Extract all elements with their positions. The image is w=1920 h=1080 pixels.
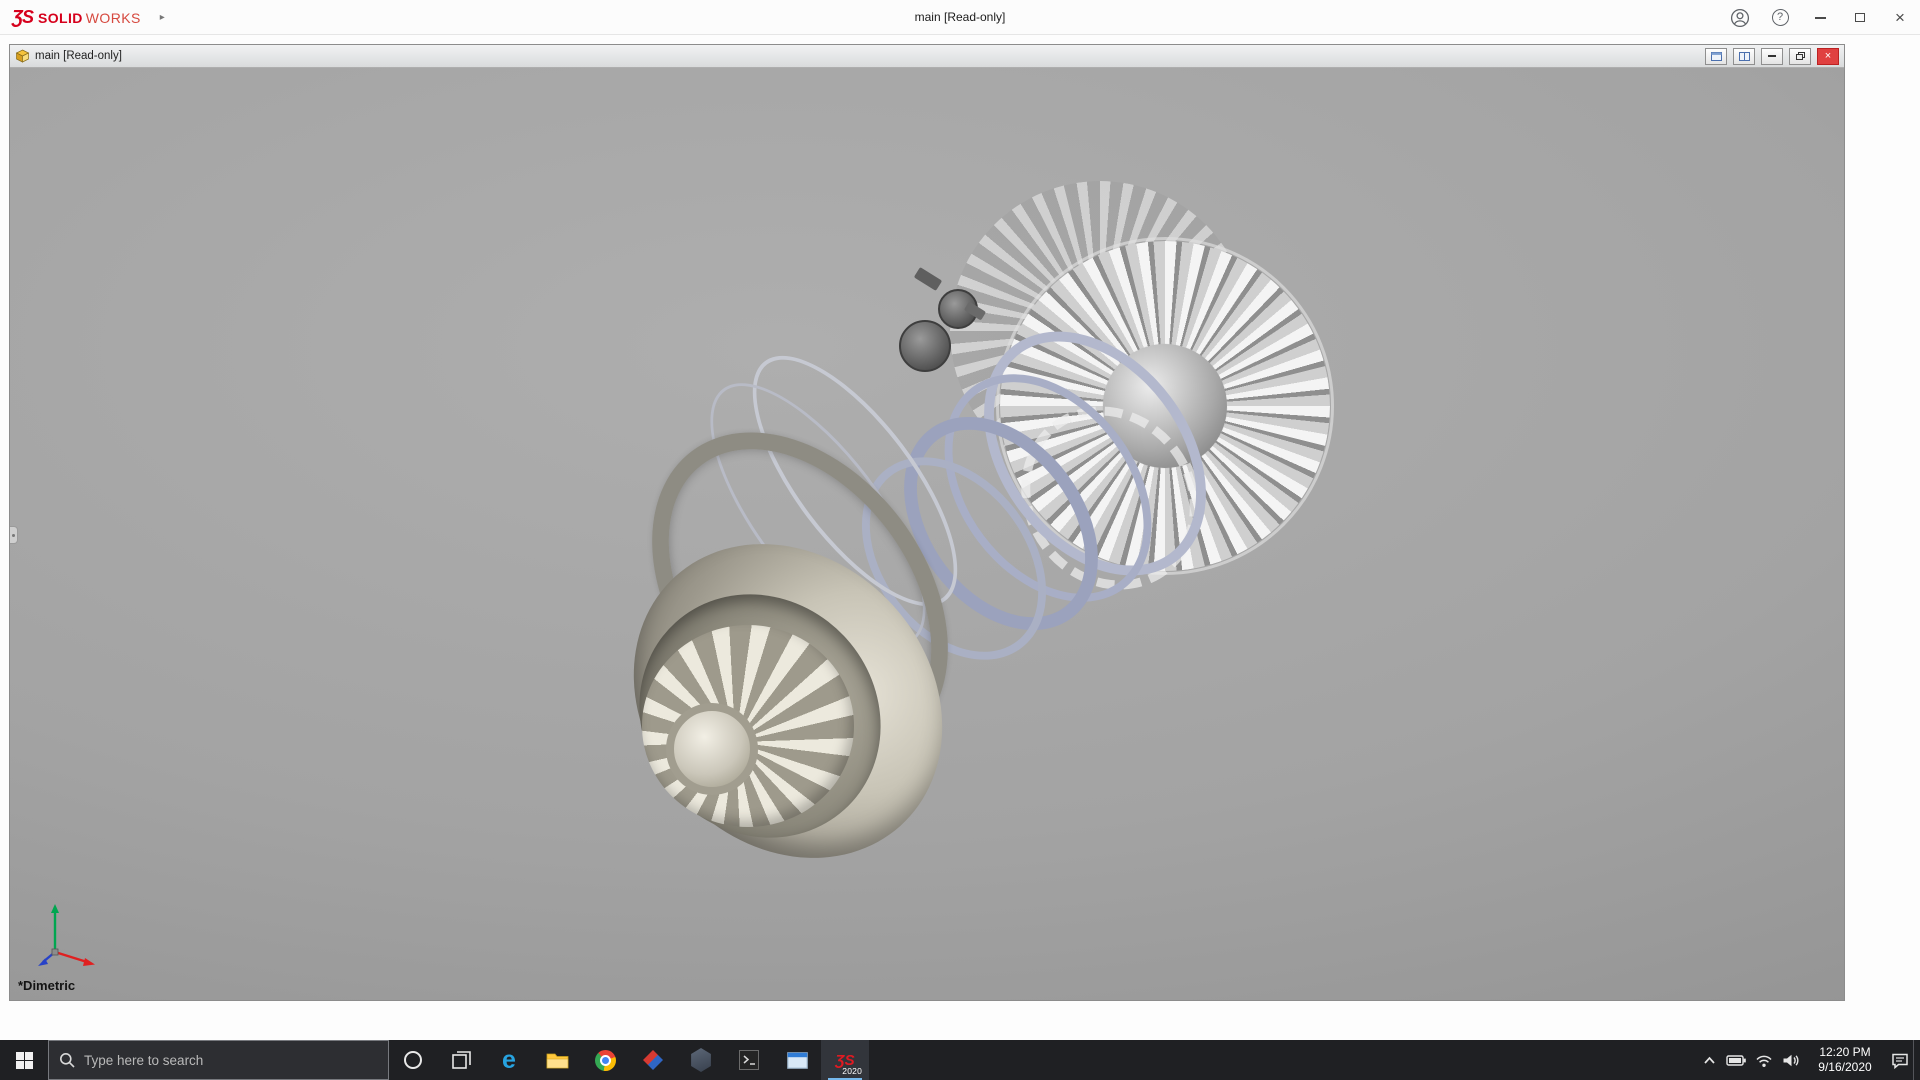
- terminal-app-button[interactable]: [725, 1040, 773, 1080]
- solidworks-year-badge: 2020: [842, 1066, 862, 1076]
- color-app-button[interactable]: [629, 1040, 677, 1080]
- solidworks-taskbar-button[interactable]: ƷS 2020: [821, 1040, 869, 1080]
- minimize-button[interactable]: [1800, 0, 1840, 35]
- window-app-icon: [786, 1051, 808, 1069]
- action-center-button[interactable]: [1886, 1040, 1913, 1080]
- viewport-side-handle[interactable]: [10, 526, 18, 544]
- cortana-button[interactable]: [389, 1040, 437, 1080]
- color-app-icon: [643, 1050, 663, 1070]
- doc-close-button[interactable]: ×: [1817, 47, 1839, 65]
- menu-expand-arrow-icon[interactable]: ▸: [160, 12, 165, 23]
- maximize-button[interactable]: [1840, 0, 1880, 35]
- document-title: main [Read-only]: [35, 50, 122, 62]
- edge-button[interactable]: e: [485, 1040, 533, 1080]
- graphics-viewport[interactable]: *Dimetric: [10, 68, 1844, 1000]
- edge-icon: e: [502, 1045, 516, 1074]
- taskbar-clock[interactable]: 12:20 PM 9/16/2020: [1804, 1040, 1886, 1080]
- new-window-icon: [1710, 51, 1722, 61]
- maximize-icon: [1855, 13, 1865, 22]
- tray-expand-button[interactable]: [1696, 1040, 1723, 1080]
- close-button[interactable]: ×: [1880, 0, 1920, 35]
- minimize-icon: [1814, 16, 1826, 19]
- doc-window-tool-button-1[interactable]: [1705, 47, 1727, 65]
- doc-restore-button[interactable]: [1789, 47, 1811, 65]
- network-icon: [1755, 1055, 1772, 1067]
- task-view-button[interactable]: [437, 1040, 485, 1080]
- doc-minimize-icon: [1768, 55, 1776, 57]
- cortana-icon: [404, 1051, 422, 1069]
- hexagon-app-icon: [691, 1048, 711, 1072]
- show-desktop-button[interactable]: [1913, 1040, 1920, 1080]
- mount-bracket-1[interactable]: [913, 267, 943, 291]
- help-icon: ?: [1771, 9, 1789, 26]
- orientation-triad[interactable]: [35, 896, 105, 966]
- battery-icon: [1726, 1054, 1746, 1066]
- volume-button[interactable]: [1777, 1040, 1804, 1080]
- doc-restore-icon: [1795, 52, 1805, 60]
- window-app-button[interactable]: [773, 1040, 821, 1080]
- app-window-title: main [Read-only]: [914, 10, 1006, 24]
- doc-close-icon: ×: [1824, 49, 1832, 62]
- app-titlebar: ƷS SOLID WORKS ▸ main [Read-only] ? ×: [0, 0, 1920, 35]
- start-button[interactable]: [0, 1040, 48, 1080]
- doc-window-tool-button-2[interactable]: [1733, 47, 1755, 65]
- account-button[interactable]: [1720, 0, 1760, 35]
- brand-solid-text: SOLID: [38, 9, 83, 26]
- chrome-icon: [594, 1049, 616, 1071]
- document-window: main [Read-only] × *Dimetric: [9, 44, 1845, 1001]
- clock-time: 12:20 PM: [1819, 1045, 1871, 1059]
- taskbar-search[interactable]: [48, 1040, 389, 1080]
- solidworks-logo: ƷS SOLID WORKS ▸: [12, 0, 165, 35]
- task-view-icon: [451, 1050, 471, 1069]
- account-icon: [1730, 8, 1750, 27]
- chrome-button[interactable]: [581, 1040, 629, 1080]
- view-orientation-label: *Dimetric: [18, 978, 76, 993]
- dassault-logo-icon: ƷS: [12, 7, 34, 27]
- help-button[interactable]: ?: [1760, 0, 1800, 35]
- system-tray: 12:20 PM 9/16/2020: [1696, 1040, 1920, 1080]
- file-explorer-button[interactable]: [533, 1040, 581, 1080]
- exhaust-cone-tip[interactable]: [666, 703, 758, 795]
- doc-minimize-button[interactable]: [1761, 47, 1783, 65]
- assembly-cube-icon: [15, 49, 30, 63]
- bolted-flange-1[interactable]: [899, 320, 951, 372]
- jet-engine-model[interactable]: [10, 68, 1844, 1000]
- file-explorer-icon: [546, 1053, 568, 1069]
- document-window-controls: ×: [1699, 47, 1839, 65]
- split-window-icon: [1738, 51, 1750, 61]
- battery-button[interactable]: [1723, 1040, 1750, 1080]
- terminal-app-icon: [739, 1050, 759, 1070]
- document-titlebar[interactable]: main [Read-only] ×: [10, 45, 1844, 68]
- search-input[interactable]: [84, 1052, 378, 1068]
- windows-logo-icon: [15, 1051, 33, 1069]
- search-icon: [60, 1053, 75, 1068]
- hexagon-app-button[interactable]: [677, 1040, 725, 1080]
- windows-taskbar: e ƷS 2020: [0, 1040, 1920, 1080]
- action-center-icon: [1891, 1053, 1908, 1069]
- brand-works-text: WORKS: [85, 9, 141, 26]
- clock-date: 9/16/2020: [1818, 1060, 1872, 1074]
- network-button[interactable]: [1750, 1040, 1777, 1080]
- speaker-icon: [1783, 1054, 1799, 1066]
- app-window-controls: ? ×: [1720, 0, 1920, 35]
- chevron-up-icon: [1704, 1056, 1715, 1064]
- close-icon: ×: [1895, 8, 1905, 27]
